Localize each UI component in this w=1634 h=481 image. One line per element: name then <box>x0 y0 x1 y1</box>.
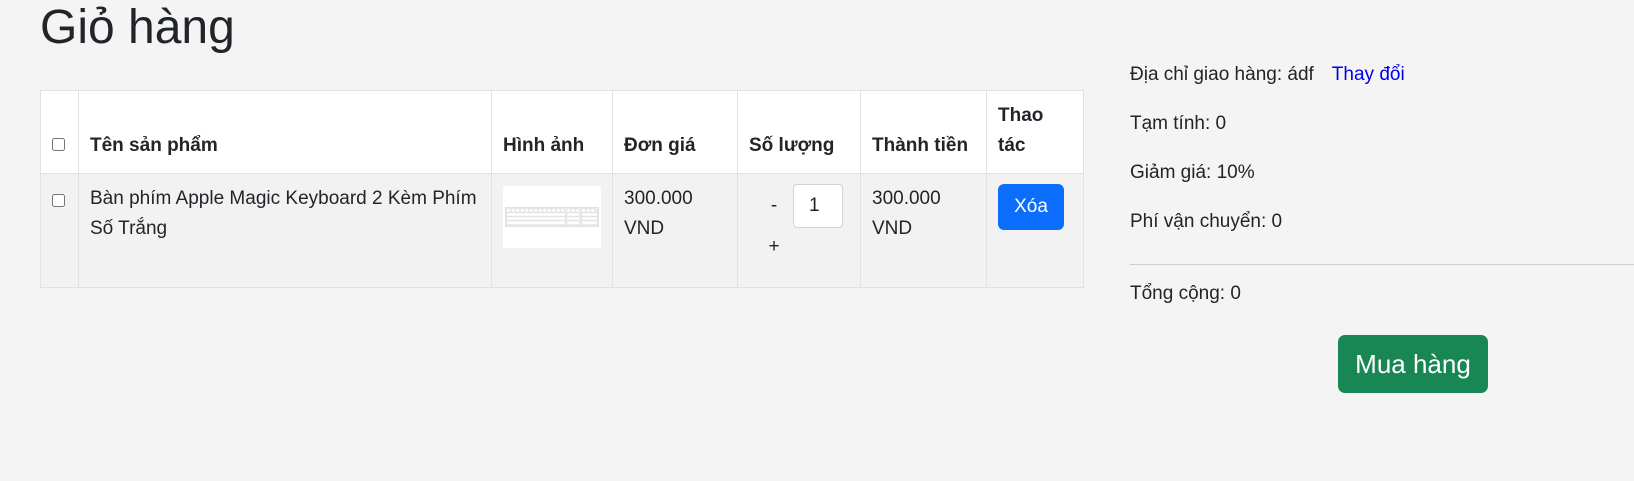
select-all-checkbox[interactable] <box>52 138 65 151</box>
quantity-stepper: - + <box>749 184 849 262</box>
row-select-cell <box>40 173 79 288</box>
table-header-row: Tên sản phẩm Hình ảnh Đơn giá Số lượng T… <box>40 90 1084 174</box>
delete-button[interactable]: Xóa <box>998 184 1064 230</box>
shipping-address-label: Địa chỉ giao hàng: ádf <box>1130 64 1314 85</box>
quantity-input[interactable] <box>793 184 843 228</box>
keyboard-icon <box>505 207 599 227</box>
grand-total-text: Tổng cộng: 0 <box>1130 283 1241 304</box>
quantity-cell: - + <box>737 173 861 288</box>
buy-button[interactable]: Mua hàng <box>1338 335 1488 393</box>
shipping-fee-text: Phí vận chuyển: 0 <box>1130 211 1283 232</box>
product-name: Bàn phím Apple Magic Keyboard 2 Kèm Phím… <box>78 173 492 288</box>
header-action: Thao tác <box>986 90 1084 174</box>
header-total: Thành tiền <box>860 90 987 174</box>
discount-text: Giảm giá: 10% <box>1130 162 1255 183</box>
cart-table: Tên sản phẩm Hình ảnh Đơn giá Số lượng T… <box>40 90 1084 288</box>
action-cell: Xóa <box>986 173 1084 288</box>
select-all-cell <box>40 90 79 174</box>
summary-divider <box>1130 264 1634 265</box>
increment-button[interactable]: + <box>749 232 793 262</box>
product-image-cell <box>491 173 613 288</box>
header-image: Hình ảnh <box>491 90 613 174</box>
product-price: 300.000 VND <box>612 173 738 288</box>
change-address-link[interactable]: Thay đổi <box>1332 64 1405 85</box>
row-select-checkbox[interactable] <box>52 194 65 207</box>
decrement-button[interactable]: - <box>749 191 793 221</box>
header-price: Đơn giá <box>612 90 738 174</box>
table-row: Bàn phím Apple Magic Keyboard 2 Kèm Phím… <box>40 173 1084 288</box>
header-name: Tên sản phẩm <box>78 90 492 174</box>
header-quantity: Số lượng <box>737 90 861 174</box>
subtotal-text: Tạm tính: 0 <box>1130 113 1227 134</box>
shipping-address: Địa chỉ giao hàng: ádf Thay đổi <box>1130 64 1405 86</box>
page-title: Giỏ hàng <box>40 1 235 54</box>
product-total: 300.000 VND <box>860 173 987 288</box>
keyboard-image <box>503 186 601 248</box>
